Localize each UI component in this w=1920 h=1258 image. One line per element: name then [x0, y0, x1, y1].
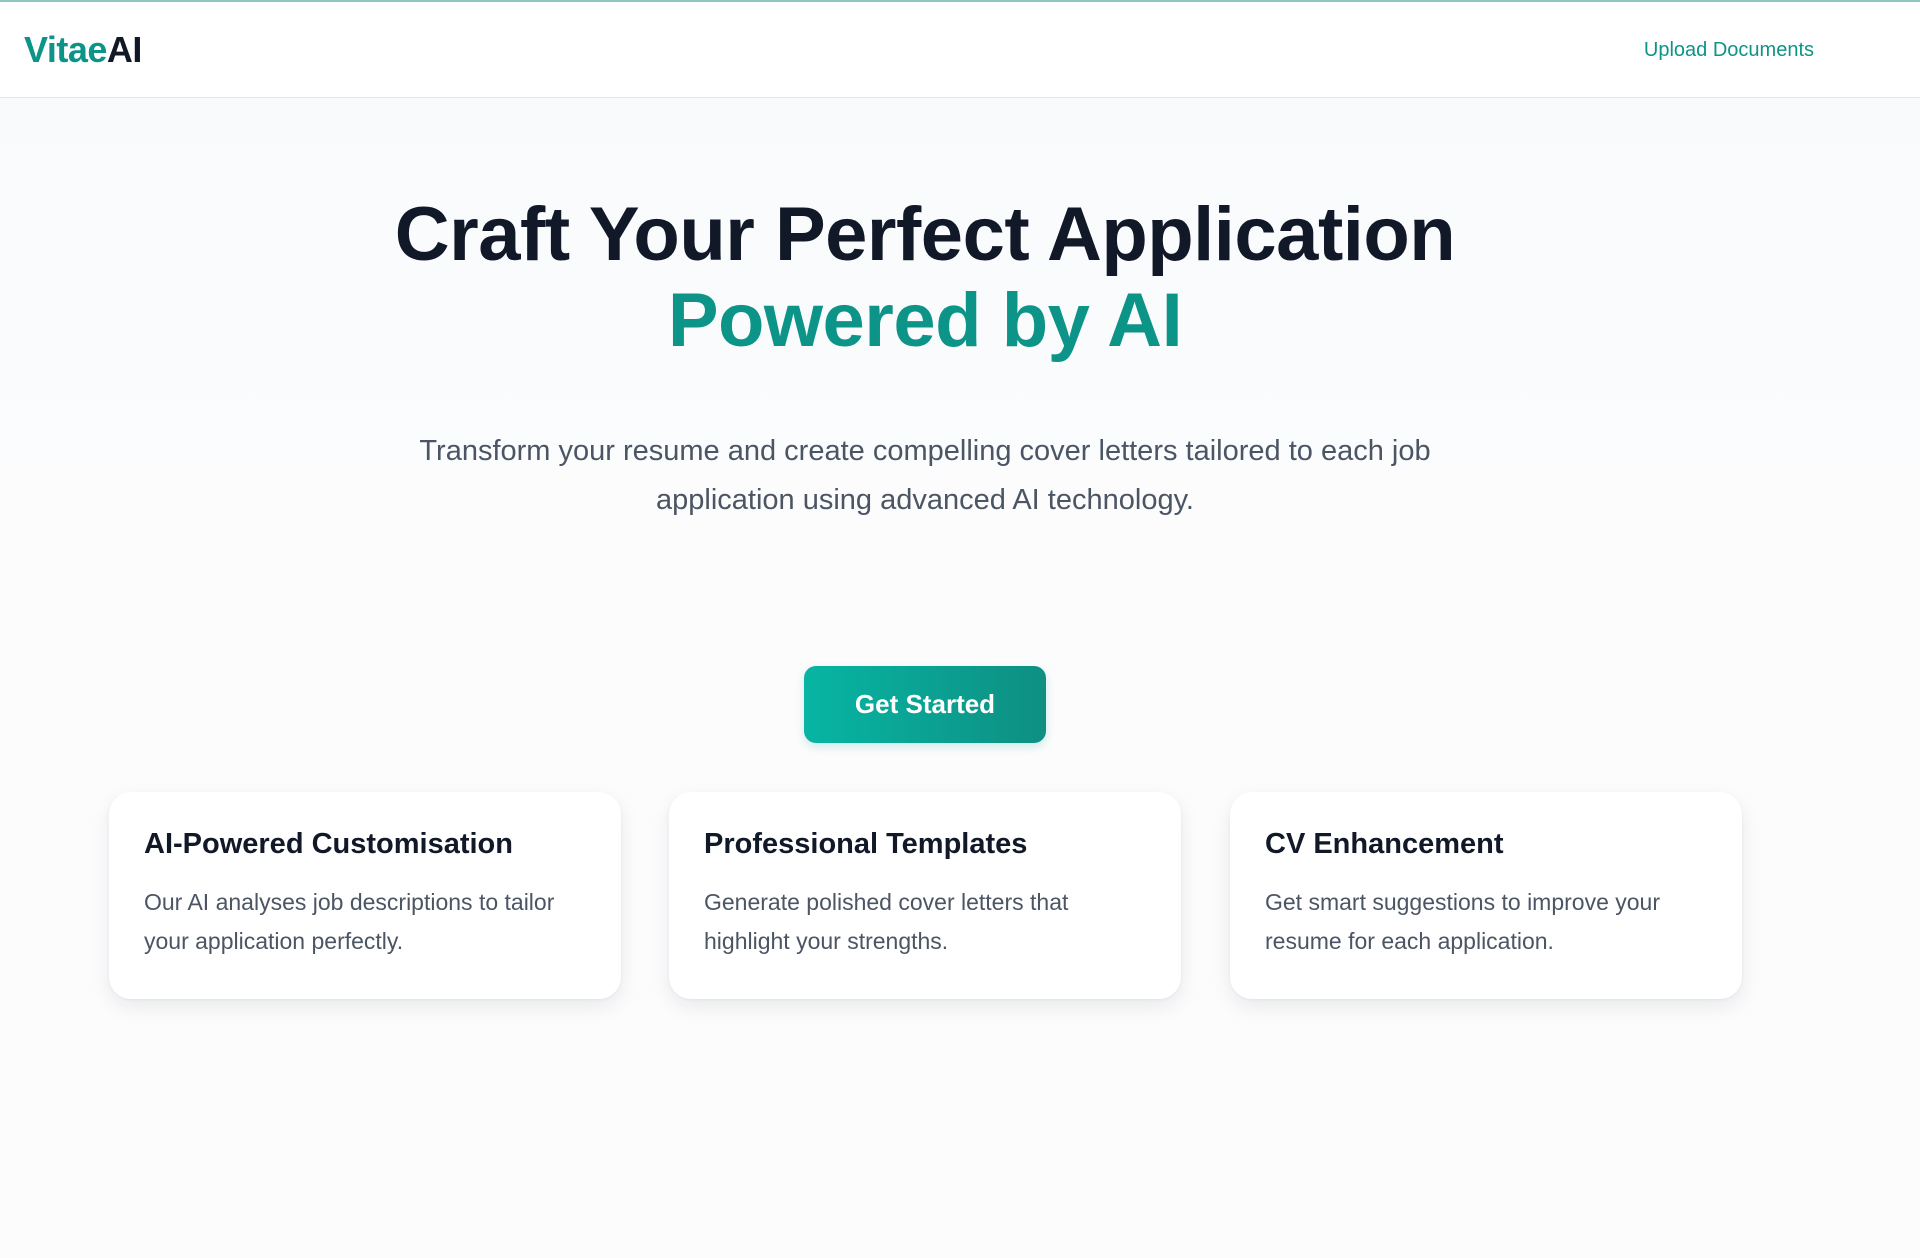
page: VitaeAI Upload Documents Craft Your Perf… [0, 0, 1920, 1258]
hero-title-line-1: Craft Your Perfect Application [394, 192, 1456, 277]
logo-part-vitae: Vitae [24, 29, 107, 70]
navbar: VitaeAI Upload Documents [0, 0, 1920, 98]
feature-card-customisation: AI-Powered Customisation Our AI analyses… [109, 792, 621, 999]
feature-card-description: Get smart suggestions to improve your re… [1265, 889, 1660, 954]
feature-card-templates: Professional Templates Generate polished… [669, 792, 1181, 999]
feature-card-description: Our AI analyses job descriptions to tail… [144, 889, 555, 954]
hero-title-line-2: Powered by AI [667, 278, 1183, 363]
upload-documents-link[interactable]: Upload Documents [1644, 39, 1814, 62]
feature-card-title: AI-Powered Customisation [144, 828, 513, 860]
logo[interactable]: VitaeAI [24, 28, 142, 72]
feature-card-title: Professional Templates [704, 828, 1028, 860]
feature-card-cv-enhancement: CV Enhancement Get smart suggestions to … [1230, 792, 1742, 999]
hero-subtitle: Transform your resume and create compell… [419, 435, 1431, 516]
get-started-button[interactable]: Get Started [804, 666, 1046, 743]
logo-part-ai: AI [106, 29, 143, 70]
feature-card-description: Generate polished cover letters that hig… [704, 889, 1069, 954]
feature-card-title: CV Enhancement [1265, 828, 1504, 860]
